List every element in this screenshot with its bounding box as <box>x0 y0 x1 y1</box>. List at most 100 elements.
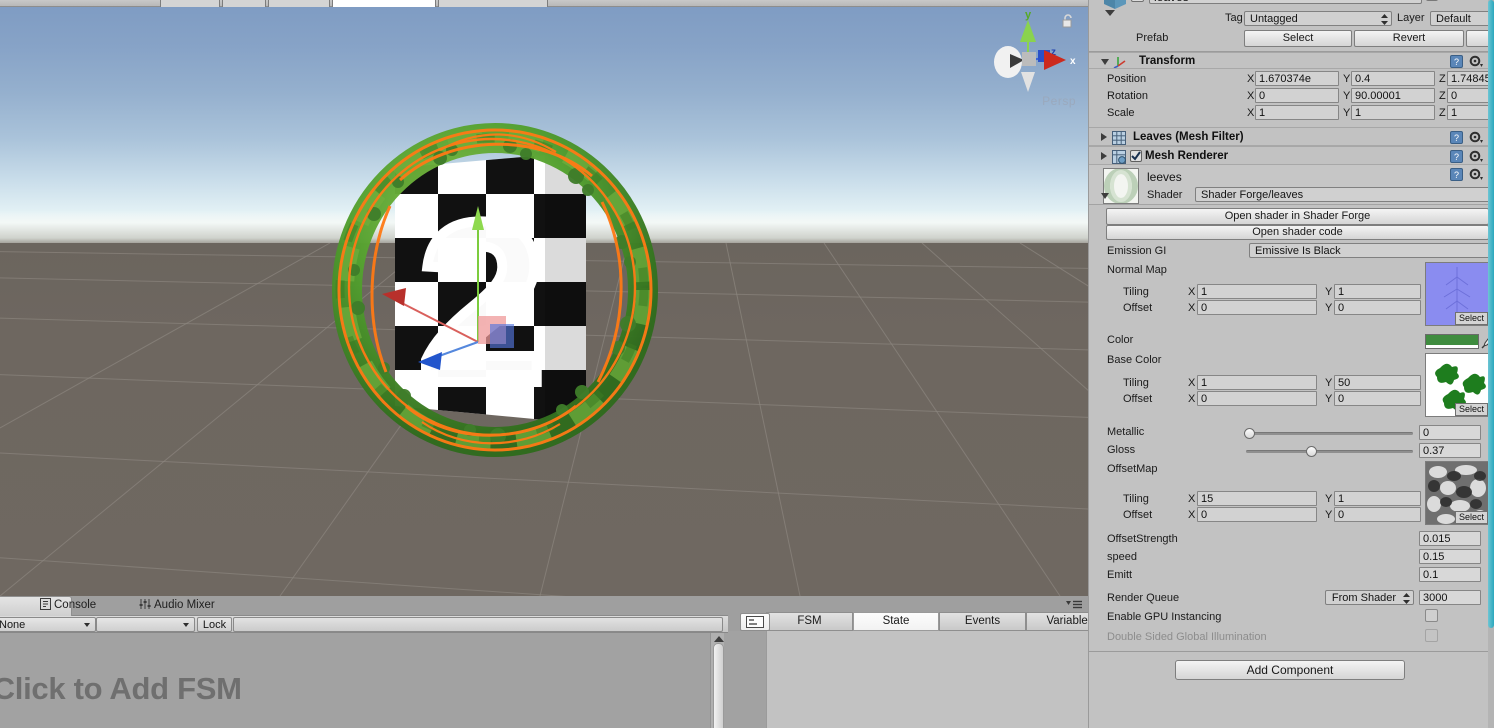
add-component-button[interactable]: Add Component <box>1175 660 1405 680</box>
gear-icon[interactable] <box>1469 55 1483 68</box>
fsm-canvas-scrollbar-thumb[interactable] <box>713 643 724 728</box>
scene-view-toolbar[interactable] <box>0 0 1088 7</box>
normal-map-texture-slot[interactable]: Select <box>1425 262 1489 326</box>
metallic-slider-knob[interactable] <box>1244 428 1255 439</box>
mesh-filter-component-header[interactable]: Leaves (Mesh Filter) ? <box>1089 127 1489 146</box>
prefab-revert-button[interactable]: Revert <box>1354 30 1464 47</box>
layer-dropdown[interactable]: Default <box>1430 11 1494 26</box>
scale-y-field[interactable]: 1 <box>1351 105 1435 120</box>
normal-map-offset-x-field[interactable]: 0 <box>1197 300 1317 315</box>
scroll-up-arrow-icon[interactable] <box>714 636 724 642</box>
inspector-panel[interactable]: leaves Static Tag Untagged <box>1088 0 1494 728</box>
fsm-graph-canvas[interactable]: ht-Click to Add FSM <box>0 633 728 728</box>
normal-map-tiling-x-field[interactable]: 1 <box>1197 284 1317 299</box>
gear-icon[interactable] <box>1469 168 1483 181</box>
mesh-filter-foldout-icon[interactable] <box>1101 133 1107 141</box>
help-icon[interactable]: ? <box>1450 150 1463 163</box>
emission-gi-dropdown[interactable]: Emissive Is Black <box>1249 243 1494 258</box>
gloss-slider-knob[interactable] <box>1306 446 1317 457</box>
inspector-scrollbar-thumb[interactable] <box>1488 0 1494 628</box>
offset-map-texture-slot[interactable]: Select <box>1425 461 1489 525</box>
metallic-slider-track[interactable] <box>1246 432 1413 435</box>
offset-map-offset-y-field[interactable]: 0 <box>1334 507 1421 522</box>
scene-projection-label[interactable]: Persp <box>1042 94 1076 108</box>
tab-audio-mixer[interactable]: Audio Mixer <box>137 596 215 616</box>
base-color-tiling-x-field[interactable]: 1 <box>1197 375 1317 390</box>
tab-events[interactable]: Events <box>939 612 1026 631</box>
mesh-renderer-foldout-icon[interactable] <box>1101 152 1107 160</box>
playmaker-toolbar[interactable]: None Lock <box>0 616 728 633</box>
base-color-offset-y-field[interactable]: 0 <box>1334 391 1421 406</box>
gameobject-active-checkbox[interactable] <box>1131 0 1144 2</box>
speed-field[interactable]: 0.15 <box>1419 549 1481 564</box>
scale-x-field[interactable]: 1 <box>1255 105 1339 120</box>
tab-console[interactable]: Console <box>38 596 96 616</box>
transform-foldout-icon[interactable] <box>1101 59 1109 65</box>
position-y-field[interactable]: 0.4 <box>1351 71 1435 86</box>
bottom-left-tab-bar[interactable]: Console Audio Mixer <box>0 596 728 616</box>
offset-map-offset-y-axis: Y <box>1325 509 1333 521</box>
panel-menu-icon[interactable] <box>1066 600 1082 609</box>
transform-component-header[interactable]: Transform ? <box>1089 52 1489 69</box>
playmaker-editor-panel[interactable]: Console Audio Mixer None Lock Click to A… <box>0 596 728 728</box>
tab-variables[interactable]: Variables <box>1026 612 1088 631</box>
open-shader-code-button[interactable]: Open shader code <box>1106 225 1489 240</box>
lock-button[interactable]: Lock <box>197 617 232 632</box>
offset-map-tiling-y-field[interactable]: 1 <box>1334 491 1421 506</box>
normal-map-tiling-y-field[interactable]: 1 <box>1334 284 1421 299</box>
mesh-renderer-enabled-checkbox[interactable] <box>1130 150 1142 162</box>
offset-strength-field[interactable]: 0.015 <box>1419 531 1481 546</box>
base-color-texture-slot[interactable]: Select <box>1425 353 1489 417</box>
emitt-field[interactable]: 0.1 <box>1419 567 1481 582</box>
base-color-select-button[interactable]: Select <box>1454 403 1488 416</box>
fsm-selector-dropdown[interactable]: None <box>0 617 96 632</box>
selected-game-object[interactable]: 2 2 <box>330 110 680 480</box>
rotation-z-field[interactable]: 0 <box>1447 88 1494 103</box>
render-queue-value-field[interactable]: 3000 <box>1419 590 1481 605</box>
prefab-select-button[interactable]: Select <box>1244 30 1352 47</box>
gear-icon[interactable] <box>1469 150 1483 163</box>
rotation-y-field[interactable]: 90.00001 <box>1351 88 1435 103</box>
metallic-value-field[interactable]: 0 <box>1419 425 1481 440</box>
material-foldout-icon[interactable] <box>1101 193 1109 199</box>
base-color-offset-x-field[interactable]: 0 <box>1197 391 1317 406</box>
open-shader-forge-button[interactable]: Open shader in Shader Forge <box>1106 208 1489 225</box>
offset-map-tiling-x-field[interactable]: 15 <box>1197 491 1317 506</box>
color-swatch[interactable] <box>1425 334 1479 349</box>
offset-map-select-button[interactable]: Select <box>1454 511 1488 524</box>
fsm-state-content-area[interactable] <box>766 631 1088 728</box>
help-icon[interactable]: ? <box>1450 168 1463 181</box>
toolbar-empty-area <box>233 617 723 632</box>
gpu-instancing-checkbox[interactable] <box>1425 609 1438 622</box>
secondary-selector-dropdown[interactable] <box>96 617 195 632</box>
position-label: Position <box>1107 73 1147 85</box>
static-checkbox[interactable] <box>1426 0 1438 1</box>
fsm-tab-bar[interactable]: FSM State Events Variables <box>728 612 1088 631</box>
fsm-state-icon-button[interactable] <box>740 613 770 631</box>
position-z-field[interactable]: 1.748456e <box>1447 71 1494 86</box>
gizmo-lock-icon[interactable] <box>1062 14 1074 28</box>
help-icon[interactable]: ? <box>1450 131 1463 144</box>
offset-map-offset-x-field[interactable]: 0 <box>1197 507 1317 522</box>
shader-dropdown[interactable]: Shader Forge/leaves <box>1195 187 1494 202</box>
gloss-value-field[interactable]: 0.37 <box>1419 443 1481 458</box>
gear-icon[interactable] <box>1469 131 1483 144</box>
tag-dropdown[interactable]: Untagged <box>1244 11 1392 26</box>
position-z-axis: Z <box>1439 73 1446 85</box>
tab-fsm[interactable]: FSM <box>766 612 853 631</box>
position-x-field[interactable]: 1.670374e <box>1255 71 1339 86</box>
tab-state[interactable]: State <box>853 612 939 631</box>
scale-z-field[interactable]: 1 <box>1447 105 1494 120</box>
render-queue-mode-dropdown[interactable]: From Shader <box>1325 590 1414 605</box>
normal-map-select-button[interactable]: Select <box>1454 312 1488 325</box>
help-icon[interactable]: ? <box>1450 55 1463 68</box>
mesh-renderer-component-header[interactable]: Mesh Renderer ? <box>1089 146 1489 165</box>
fsm-inspector-panel[interactable]: FSM State Events Variables <box>728 596 1088 728</box>
base-color-tiling-y-field[interactable]: 50 <box>1334 375 1421 390</box>
gameobject-name-input[interactable]: leaves <box>1149 0 1422 4</box>
rotation-x-field[interactable]: 0 <box>1255 88 1339 103</box>
normal-map-offset-y-field[interactable]: 0 <box>1334 300 1421 315</box>
gloss-slider-track[interactable] <box>1246 450 1413 453</box>
inspector-scrollbar-track[interactable] <box>1488 0 1494 728</box>
scene-view[interactable]: 2 2 y z x Persp <box>0 0 1088 596</box>
